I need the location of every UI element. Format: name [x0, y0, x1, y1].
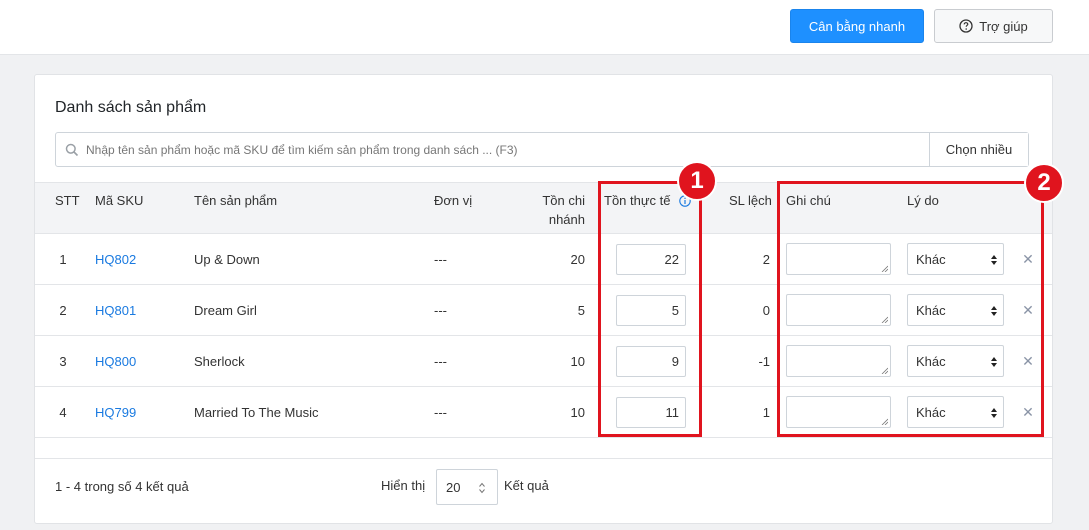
row-unit: --- — [434, 353, 447, 369]
header-branch-stock: Tồn chi nhánh — [515, 191, 585, 229]
row-diff: 2 — [762, 251, 770, 267]
row-diff: 0 — [762, 302, 770, 318]
highlight-box-note-reason — [777, 181, 1044, 437]
row-diff: -1 — [758, 353, 770, 369]
header-diff: SL lệch — [729, 193, 772, 208]
page-size-select[interactable]: 20 — [436, 469, 498, 505]
question-circle-icon — [959, 19, 973, 33]
row-unit: --- — [434, 404, 447, 420]
page-size-value: 20 — [446, 479, 461, 495]
row-branch-stock: 10 — [570, 353, 585, 369]
top-toolbar: Cân bằng nhanh Trợ giúp — [0, 0, 1089, 55]
row-product-name: Sherlock — [194, 353, 245, 369]
quick-balance-button[interactable]: Cân bằng nhanh — [790, 9, 924, 43]
row-sku-link[interactable]: HQ802 — [95, 234, 136, 284]
annotation-badge-1: 1 — [677, 161, 717, 201]
row-branch-stock: 5 — [577, 302, 585, 318]
row-unit: --- — [434, 302, 447, 318]
header-branch-stock-line2: nhánh — [548, 212, 585, 227]
page-size-label: Hiển thị — [381, 478, 426, 493]
header-branch-stock-line1: Tồn chi — [542, 193, 585, 208]
card-title: Danh sách sản phẩm — [55, 99, 207, 116]
search-input[interactable] — [86, 133, 926, 166]
row-stt: 1 — [59, 251, 67, 267]
highlight-box-actual-stock — [598, 181, 702, 437]
header-name: Tên sản phẩm — [194, 193, 278, 208]
help-button[interactable]: Trợ giúp — [934, 9, 1053, 43]
row-product-name: Up & Down — [194, 251, 260, 267]
results-label: Kết quả — [504, 478, 549, 493]
row-product-name: Dream Girl — [194, 302, 257, 318]
row-sku-link[interactable]: HQ799 — [95, 387, 136, 437]
row-branch-stock: 10 — [570, 404, 585, 420]
row-stt: 4 — [59, 404, 67, 420]
row-product-name: Married To The Music — [194, 404, 319, 420]
row-branch-stock: 20 — [570, 251, 585, 267]
row-sku-link[interactable]: HQ800 — [95, 336, 136, 386]
header-unit: Đơn vị — [434, 193, 473, 208]
header-sku: Mã SKU — [95, 193, 144, 208]
help-button-label: Trợ giúp — [979, 18, 1028, 34]
results-summary: 1 - 4 trong số 4 kết quả — [55, 479, 189, 494]
search-bar: Chọn nhiều — [55, 132, 1029, 167]
select-arrows-icon — [479, 482, 485, 494]
row-sku-link[interactable]: HQ801 — [95, 285, 136, 335]
annotation-badge-2: 2 — [1024, 163, 1064, 203]
header-stt: STT — [55, 193, 80, 208]
row-unit: --- — [434, 251, 447, 267]
multi-select-button[interactable]: Chọn nhiều — [929, 133, 1028, 166]
row-stt: 2 — [59, 302, 67, 318]
search-icon — [65, 143, 79, 157]
footer-divider — [35, 458, 1052, 459]
row-diff: 1 — [762, 404, 770, 420]
row-stt: 3 — [59, 353, 67, 369]
